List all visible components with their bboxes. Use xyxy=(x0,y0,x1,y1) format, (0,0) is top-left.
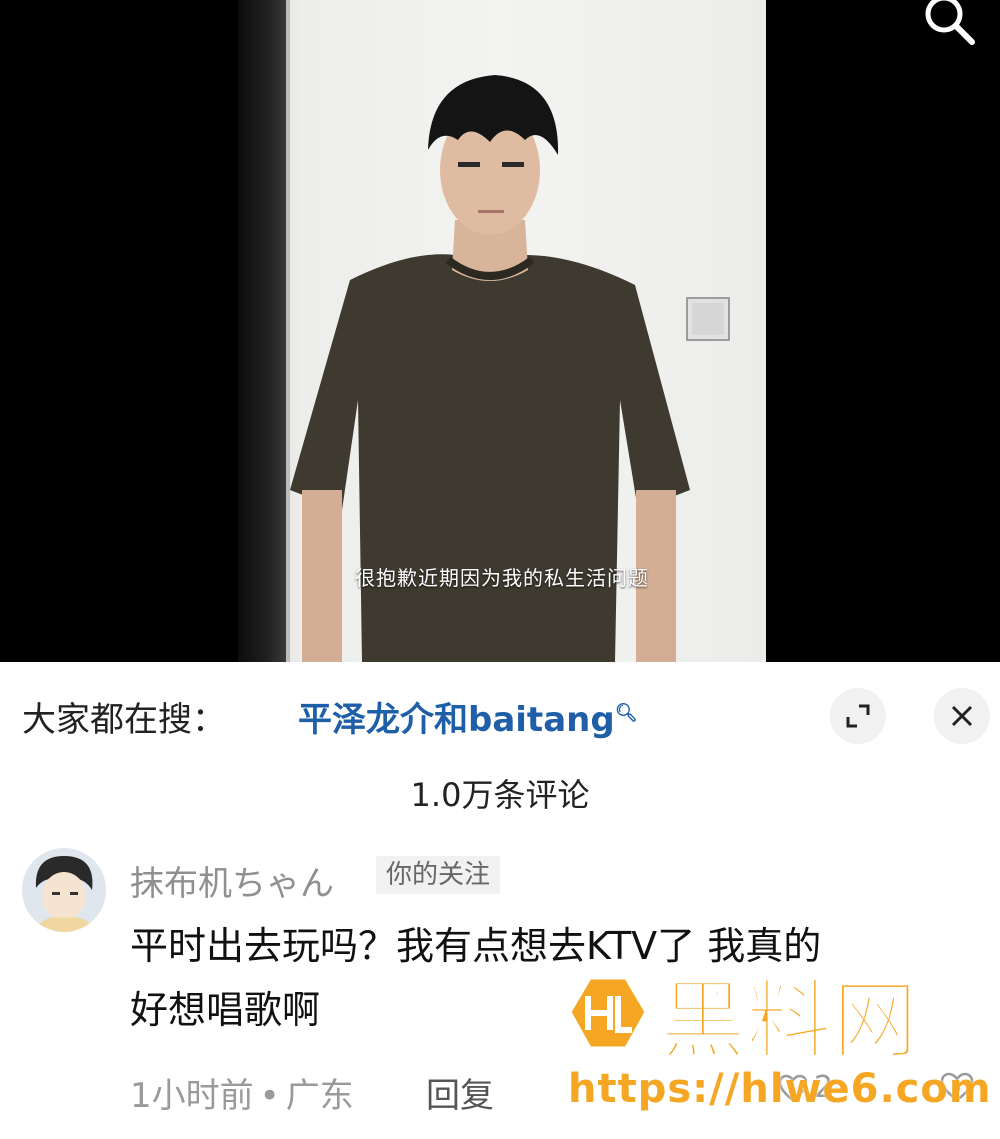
comment-line: 平时出去玩吗？我有点想去KTV了 我真的 xyxy=(130,924,822,968)
heart-icon xyxy=(778,1074,808,1102)
close-button[interactable] xyxy=(934,688,990,744)
close-icon xyxy=(951,705,973,727)
search-suggestion-bar: 大家都在搜： 平泽龙介和baitang🔍︎ xyxy=(0,662,1000,772)
video-player[interactable]: 很抱歉近期因为我的私生活问题 xyxy=(0,0,1000,662)
commenter-name[interactable]: 抹布机ちゃん xyxy=(130,856,334,905)
search-suggestion-label: 大家都在搜： xyxy=(22,700,226,740)
reply-button[interactable]: 回复 xyxy=(426,1068,494,1117)
like-button[interactable]: 2 xyxy=(778,1070,833,1105)
comment-time: 1小时前 xyxy=(130,1076,254,1116)
search-suggestion-link[interactable]: 平泽龙介和baitang🔍︎ xyxy=(298,692,638,741)
comment-line: 好想唱歌啊 xyxy=(130,988,321,1032)
expand-button[interactable] xyxy=(830,688,886,744)
broken-heart-icon[interactable] xyxy=(940,1072,974,1102)
comment-meta: 1小时前 • 广东 xyxy=(130,1068,354,1117)
expand-icon xyxy=(846,704,870,728)
search-term-text: 平泽龙介和baitang xyxy=(298,700,615,740)
avatar[interactable] xyxy=(22,848,106,932)
light-switch xyxy=(686,297,730,341)
search-icon[interactable] xyxy=(916,0,980,48)
comment-body: 平时出去玩吗？我有点想去KTV了 我真的 好想唱歌啊 xyxy=(130,914,980,1042)
search-icon: 🔍︎ xyxy=(614,702,638,724)
comment-count: 1.0万条评论 xyxy=(410,776,590,814)
like-count: 2 xyxy=(814,1070,834,1105)
follow-badge: 你的关注 xyxy=(376,856,501,894)
comment-location: 广东 xyxy=(285,1076,354,1116)
video-subtitle: 很抱歉近期因为我的私生活问题 xyxy=(355,566,649,590)
separator-dot: • xyxy=(259,1076,280,1116)
